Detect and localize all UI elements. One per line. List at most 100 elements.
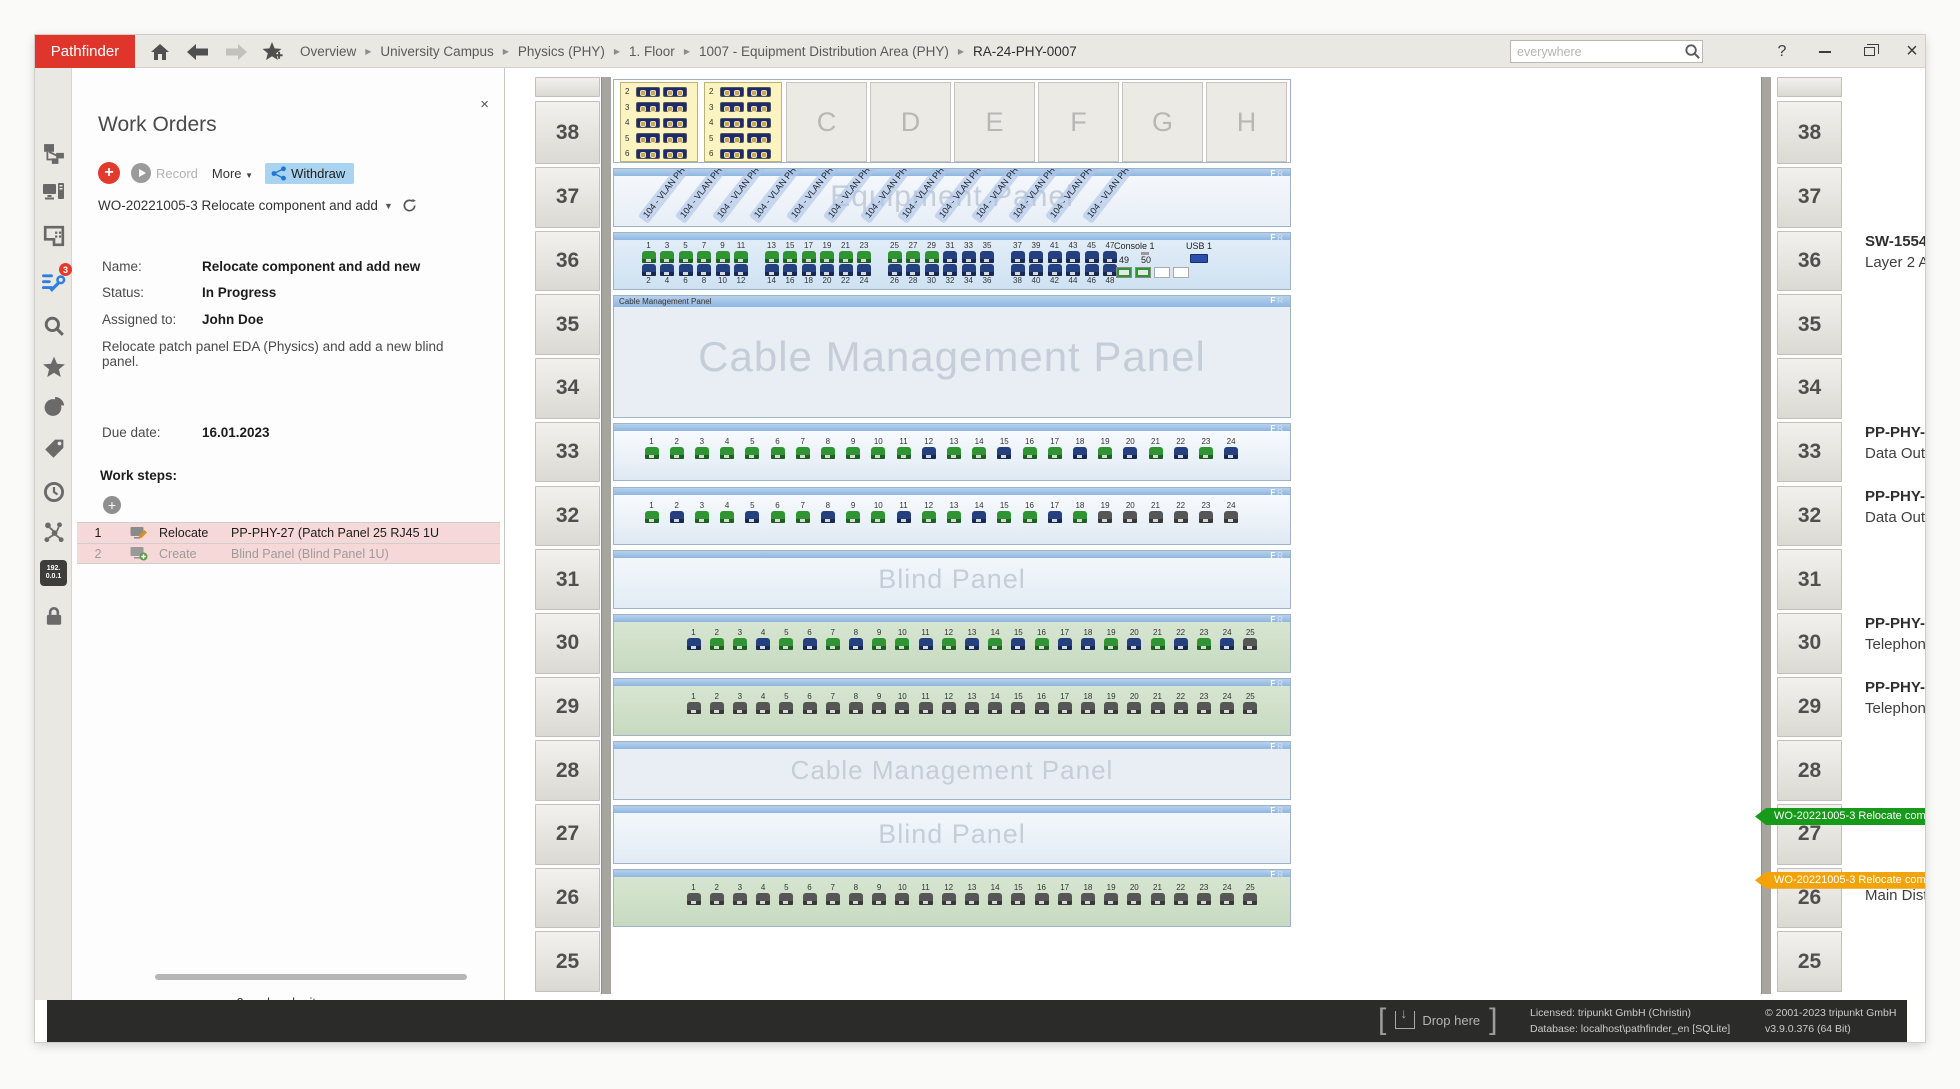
- fiber-module[interactable]: [636, 102, 660, 112]
- switch-port[interactable]: [802, 251, 816, 263]
- patch-port[interactable]: [695, 447, 709, 459]
- patch-port[interactable]: [965, 702, 979, 714]
- patch-port[interactable]: [710, 638, 724, 650]
- component-label-PP-PHY-30[interactable]: PP-PHY-30Telephone Outlet / Horizontal C…: [1865, 615, 1925, 653]
- rack-panel-u38[interactable]: 2345623456CDEFGH: [613, 79, 1291, 163]
- switch-port[interactable]: [980, 264, 994, 276]
- switch-port[interactable]: [925, 264, 939, 276]
- switch-port[interactable]: [783, 264, 797, 276]
- patch-port[interactable]: [1127, 702, 1141, 714]
- switch-port[interactable]: [679, 264, 693, 276]
- patch-port[interactable]: [733, 638, 747, 650]
- patch-port[interactable]: [779, 893, 793, 905]
- help-button[interactable]: ?: [1763, 35, 1801, 68]
- patch-port[interactable]: [670, 447, 684, 459]
- switch-port[interactable]: [1085, 251, 1099, 263]
- patch-port[interactable]: [756, 702, 770, 714]
- patch-port[interactable]: [1098, 447, 1112, 459]
- patch-port[interactable]: [1035, 702, 1049, 714]
- patch-port[interactable]: [846, 511, 860, 523]
- record-button[interactable]: Record: [131, 163, 198, 183]
- work-order-flag[interactable]: WO-20221005-3 Relocate component and add…: [1755, 808, 1925, 825]
- patch-port[interactable]: [947, 447, 961, 459]
- panel-close-icon[interactable]: ×: [480, 96, 489, 113]
- sidebar-item-tags[interactable]: [39, 435, 68, 463]
- patch-port[interactable]: [1199, 511, 1213, 523]
- switch-port[interactable]: [906, 251, 920, 263]
- switch-port[interactable]: [1048, 264, 1062, 276]
- switch-port[interactable]: [857, 264, 871, 276]
- sidebar-item-hierarchy[interactable]: [39, 140, 68, 168]
- patch-port[interactable]: [922, 447, 936, 459]
- patch-port[interactable]: [1123, 511, 1137, 523]
- drop-zone[interactable]: [ Drop here ]: [1378, 1006, 1498, 1034]
- component-label-SW-1554[interactable]: SW-1554In OperationIOS XE 17.1Layer 2 Ac…: [1865, 233, 1925, 271]
- switch-port[interactable]: [1066, 251, 1080, 263]
- fiber-module[interactable]: [747, 118, 771, 128]
- front-rear-toggle[interactable]: FR: [1270, 742, 1285, 751]
- switch-port[interactable]: [697, 251, 711, 263]
- rack-panel-u35[interactable]: FRCable Management PanelCable Management…: [613, 295, 1291, 417]
- fiber-module[interactable]: [663, 102, 687, 112]
- fiber-module[interactable]: [747, 87, 771, 97]
- patch-port[interactable]: [1220, 638, 1234, 650]
- switch-port[interactable]: [925, 251, 939, 263]
- home-button[interactable]: [147, 39, 173, 65]
- patch-port[interactable]: [1149, 447, 1163, 459]
- patch-port[interactable]: [965, 638, 979, 650]
- component-label-PP-PHY-33[interactable]: PP-PHY-33Data Outlet / Horizontal Cablin…: [1865, 424, 1925, 462]
- forward-button[interactable]: [223, 39, 249, 65]
- patch-port[interactable]: [1174, 511, 1188, 523]
- patch-port[interactable]: [1011, 638, 1025, 650]
- fiber-slot-D[interactable]: D: [870, 82, 951, 162]
- rack-panel-u31[interactable]: FRBlind Panel: [613, 550, 1291, 609]
- switch-port[interactable]: [839, 251, 853, 263]
- rack-panel-u29[interactable]: FR12345678910111213141516171819202122232…: [613, 678, 1291, 737]
- breadcrumb-item[interactable]: Overview: [300, 44, 356, 59]
- switch-port[interactable]: [1011, 264, 1025, 276]
- patch-port[interactable]: [1058, 638, 1072, 650]
- fiber-module[interactable]: [720, 118, 744, 128]
- component-label-PP-PHY-29[interactable]: PP-PHY-29Telephone Outlet / Horizontal C…: [1865, 679, 1925, 717]
- patch-port[interactable]: [895, 702, 909, 714]
- patch-port[interactable]: [1174, 447, 1188, 459]
- patch-port[interactable]: [919, 638, 933, 650]
- switch-port[interactable]: [716, 264, 730, 276]
- patch-port[interactable]: [710, 893, 724, 905]
- patch-port[interactable]: [796, 447, 810, 459]
- patch-port[interactable]: [687, 893, 701, 905]
- front-rear-toggle[interactable]: FR: [1270, 615, 1285, 624]
- breadcrumb-item[interactable]: Physics (PHY): [518, 44, 605, 59]
- switch-port[interactable]: [1048, 251, 1062, 263]
- refresh-icon[interactable]: [402, 198, 417, 213]
- patch-port[interactable]: [1023, 511, 1037, 523]
- front-rear-toggle[interactable]: FR: [1270, 551, 1285, 560]
- work-step-row[interactable]: 1RelocatePP-PHY-27 (Patch Panel 25 RJ45 …: [77, 522, 500, 543]
- patch-port[interactable]: [710, 702, 724, 714]
- usb-port[interactable]: [1190, 254, 1208, 263]
- fiber-module-block[interactable]: 23456: [704, 82, 782, 162]
- switch-port[interactable]: [765, 251, 779, 263]
- add-step-button[interactable]: +: [103, 496, 121, 514]
- breadcrumb-item[interactable]: University Campus: [380, 44, 493, 59]
- rack-panel-u30[interactable]: FR12345678910111213141516171819202122232…: [613, 614, 1291, 673]
- fiber-module[interactable]: [636, 149, 660, 159]
- patch-port[interactable]: [803, 893, 817, 905]
- patch-port[interactable]: [1197, 702, 1211, 714]
- fiber-module[interactable]: [720, 102, 744, 112]
- switch-port[interactable]: [679, 251, 693, 263]
- patch-port[interactable]: [1197, 638, 1211, 650]
- patch-port[interactable]: [1220, 893, 1234, 905]
- patch-port[interactable]: [695, 511, 709, 523]
- patch-port[interactable]: [1243, 638, 1257, 650]
- patch-port[interactable]: [1098, 511, 1112, 523]
- patch-port[interactable]: [997, 511, 1011, 523]
- fiber-module[interactable]: [663, 149, 687, 159]
- patch-port[interactable]: [872, 638, 886, 650]
- front-rear-toggle[interactable]: FR: [1270, 870, 1285, 879]
- patch-port[interactable]: [687, 638, 701, 650]
- fiber-module[interactable]: [747, 102, 771, 112]
- switch-port[interactable]: [980, 251, 994, 263]
- search-icon[interactable]: [1684, 43, 1701, 60]
- back-button[interactable]: [185, 39, 211, 65]
